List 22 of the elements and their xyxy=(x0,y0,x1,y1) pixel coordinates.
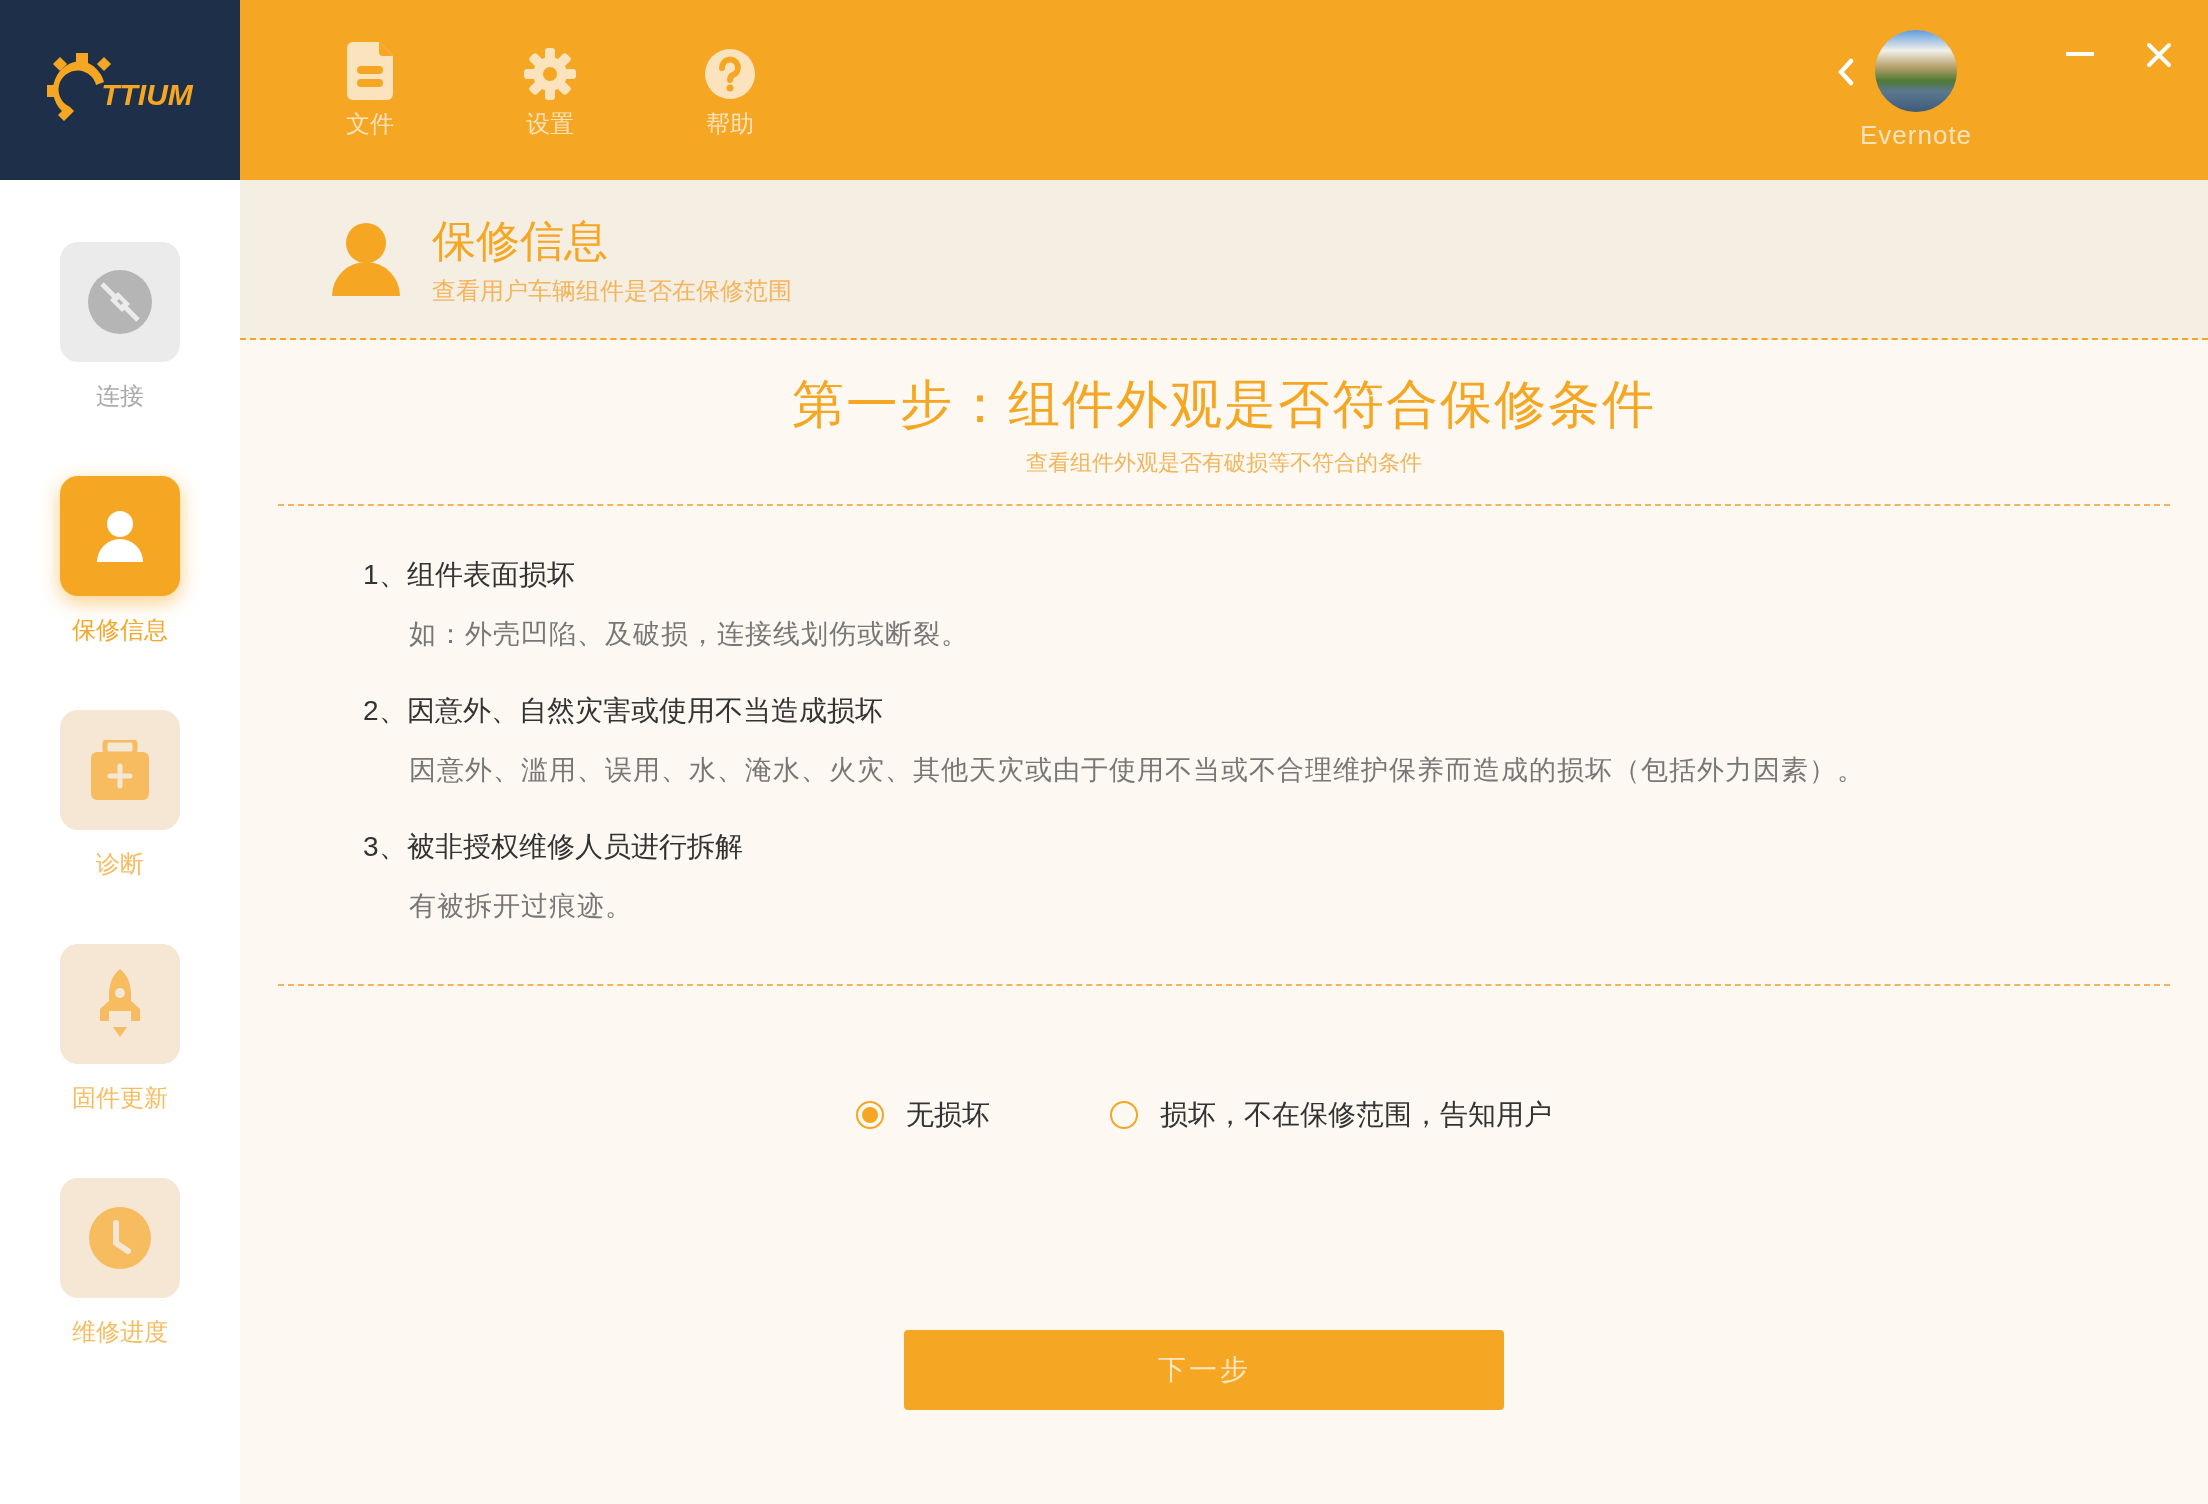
toolbar-button[interactable]: 设置 xyxy=(510,40,590,140)
condition-title: 3、被非授权维修人员进行拆解 xyxy=(363,830,744,864)
condition-title: 2、因意外、自然灾害或使用不当造成损坏 xyxy=(363,694,884,728)
toolbar-button[interactable]: 帮助 xyxy=(690,40,770,140)
user-name: Evernote xyxy=(1860,120,1973,151)
sidebar-label[interactable]: 固件更新 xyxy=(72,1082,168,1114)
step-subtitle: 查看组件外观是否有破损等不符合的条件 xyxy=(1025,449,1423,477)
condition-title: 1、组件表面损坏 xyxy=(363,558,576,592)
condition-description: 如：外壳凹陷、及破损，连接线划伤或断裂。 xyxy=(409,618,970,651)
logo-text: TTIUM xyxy=(101,78,193,112)
page-title: 保修信息 xyxy=(432,214,609,267)
toolbar-button[interactable]: 文件 xyxy=(330,40,410,140)
sidebar-label[interactable]: 保修信息 xyxy=(72,614,168,646)
condition-description: 有被拆开过痕迹。 xyxy=(409,890,634,923)
next-button[interactable]: 下一步 xyxy=(904,1330,1504,1410)
sidebar-label[interactable]: 诊断 xyxy=(96,848,144,880)
condition-description: 因意外、滥用、误用、水、淹水、火灾、其他天灾或由于使用不当或不合理维护保养而造成的损坏（包括外力因素）。 xyxy=(409,754,1866,787)
page-subtitle: 查看用户车辆组件是否在保修范围 xyxy=(432,275,792,306)
step-title: 第一步：组件外观是否符合保修条件 xyxy=(791,374,1657,435)
sidebar-label[interactable]: 维修进度 xyxy=(72,1316,168,1348)
radio-label[interactable]: 损坏，不在保修范围，告知用户 xyxy=(1160,1096,1552,1134)
radio-label[interactable]: 无损坏 xyxy=(906,1096,990,1134)
